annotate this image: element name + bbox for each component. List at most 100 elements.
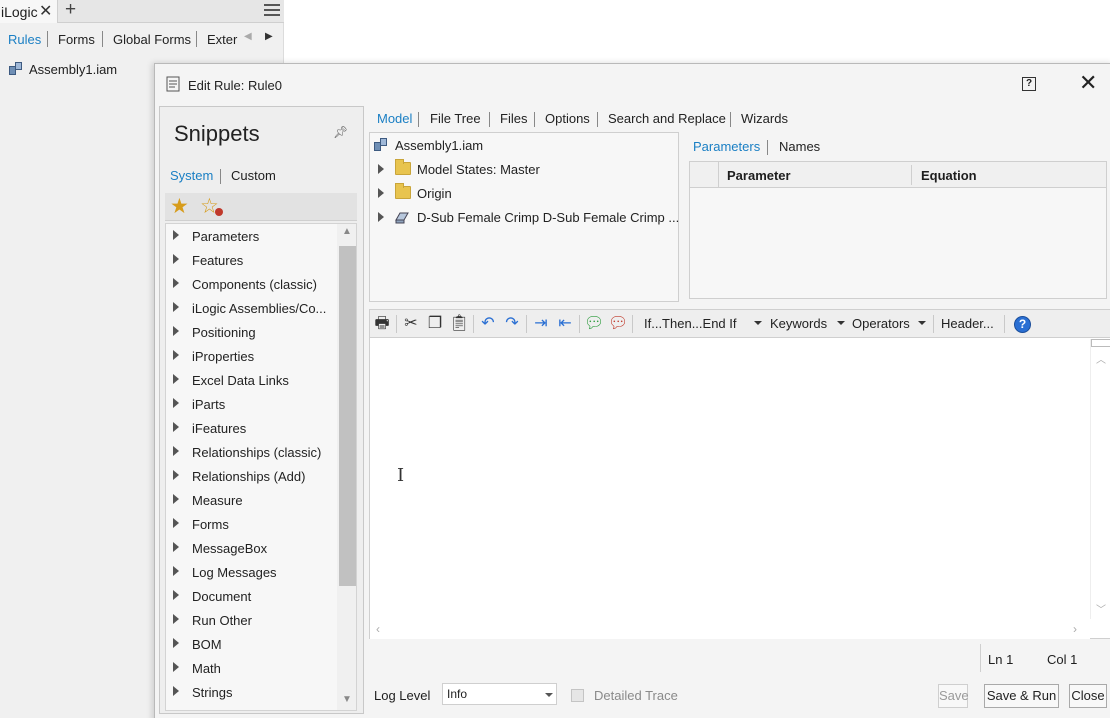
expand-arrow-icon[interactable] bbox=[173, 686, 179, 696]
snippet-category[interactable]: Measure bbox=[166, 488, 356, 512]
snippets-scrollbar[interactable]: ▲ ▼ bbox=[337, 224, 356, 710]
expand-arrow-icon[interactable] bbox=[173, 302, 179, 312]
expand-arrow-icon[interactable] bbox=[173, 350, 179, 360]
editor-horizontal-scrollbar[interactable]: ‹ › bbox=[370, 619, 1090, 639]
chevron-down-icon[interactable] bbox=[837, 321, 845, 325]
snippet-category[interactable]: Math bbox=[166, 656, 356, 680]
snippet-category[interactable]: Components (classic) bbox=[166, 272, 356, 296]
help-icon[interactable]: ? bbox=[1022, 77, 1036, 91]
expand-arrow-icon[interactable] bbox=[173, 278, 179, 288]
nav-external[interactable]: Exter bbox=[207, 32, 237, 47]
editor-vertical-scrollbar[interactable]: ︿ ﹀ bbox=[1090, 339, 1110, 619]
expand-arrow-icon[interactable] bbox=[173, 542, 179, 552]
tab-files[interactable]: Files bbox=[500, 111, 527, 126]
expand-arrow-icon[interactable] bbox=[173, 374, 179, 384]
redo-icon[interactable]: ↷ bbox=[502, 314, 522, 334]
keywords-dropdown[interactable]: Keywords bbox=[770, 316, 827, 331]
nav-rules[interactable]: Rules bbox=[8, 32, 41, 47]
snippet-category[interactable]: Relationships (Add) bbox=[166, 464, 356, 488]
comment-remove-icon[interactable]: 💬︎ bbox=[608, 314, 628, 334]
tab-custom[interactable]: Custom bbox=[231, 168, 276, 183]
cut-icon[interactable]: ✂ bbox=[401, 314, 421, 334]
tab-file-tree[interactable]: File Tree bbox=[430, 111, 481, 126]
snippet-category[interactable]: Positioning bbox=[166, 320, 356, 344]
expand-arrow-icon[interactable] bbox=[173, 326, 179, 336]
header-button[interactable]: Header... bbox=[941, 316, 994, 331]
chevron-down-icon[interactable] bbox=[545, 693, 553, 697]
snippet-category[interactable]: Forms bbox=[166, 512, 356, 536]
if-then-button[interactable]: If...Then...End If bbox=[644, 316, 737, 331]
scroll-thumb[interactable] bbox=[339, 246, 356, 586]
menu-icon[interactable] bbox=[264, 4, 280, 18]
close-tab-icon[interactable]: ✕ bbox=[39, 1, 52, 21]
print-icon[interactable]: 🖶︎ bbox=[372, 314, 392, 334]
chevron-up-icon[interactable]: ︿ bbox=[1096, 351, 1106, 366]
close-button[interactable]: Close bbox=[1069, 684, 1107, 708]
snippet-category[interactable]: Parameters bbox=[166, 224, 356, 248]
column-header-equation[interactable]: Equation bbox=[921, 168, 977, 183]
expand-arrow-icon[interactable] bbox=[173, 422, 179, 432]
snippet-category[interactable]: Strings bbox=[166, 680, 356, 704]
pin-icon[interactable]: 📌︎ bbox=[333, 125, 348, 139]
operators-dropdown[interactable]: Operators bbox=[852, 316, 910, 331]
add-tab-icon[interactable]: + bbox=[65, 0, 76, 21]
tree-item-model-states[interactable]: Model States: Master bbox=[370, 159, 678, 179]
outdent-icon[interactable]: ⇤ bbox=[555, 314, 575, 334]
indent-icon[interactable]: ⇥ bbox=[531, 314, 551, 334]
paste-icon[interactable]: 📋︎ bbox=[449, 314, 469, 334]
scroll-thumb[interactable] bbox=[1091, 339, 1110, 347]
snippet-category[interactable]: Relationships (classic) bbox=[166, 440, 356, 464]
tab-parameters[interactable]: Parameters bbox=[693, 139, 760, 154]
tree-item-dsub[interactable]: D-Sub Female Crimp D-Sub Female Crimp ..… bbox=[370, 207, 679, 227]
help-icon[interactable]: ? bbox=[1014, 316, 1031, 333]
expand-arrow-icon[interactable] bbox=[173, 470, 179, 480]
snippet-category[interactable]: Excel Data Links bbox=[166, 368, 356, 392]
expand-arrow-icon[interactable] bbox=[173, 590, 179, 600]
detailed-trace-checkbox[interactable] bbox=[571, 689, 584, 702]
expand-arrow-icon[interactable] bbox=[173, 446, 179, 456]
expand-arrow-icon[interactable] bbox=[173, 230, 179, 240]
nav-forms[interactable]: Forms bbox=[58, 32, 95, 47]
tab-model[interactable]: Model bbox=[377, 111, 412, 126]
expand-arrow-icon[interactable] bbox=[173, 662, 179, 672]
nav-global-forms[interactable]: Global Forms bbox=[113, 32, 191, 47]
tree-item-origin[interactable]: Origin bbox=[370, 183, 678, 203]
tab-search-replace[interactable]: Search and Replace bbox=[608, 111, 726, 126]
expand-arrow-icon[interactable] bbox=[173, 494, 179, 504]
snippet-category[interactable]: Features bbox=[166, 248, 356, 272]
chevron-left-icon[interactable]: ‹ bbox=[376, 622, 380, 636]
close-icon[interactable]: ✕ bbox=[1079, 72, 1097, 94]
tab-wizards[interactable]: Wizards bbox=[741, 111, 788, 126]
expand-arrow-icon[interactable] bbox=[378, 164, 384, 174]
tab-names[interactable]: Names bbox=[779, 139, 820, 154]
snippet-category[interactable]: iFeatures bbox=[166, 416, 356, 440]
snippet-category[interactable]: Document bbox=[166, 584, 356, 608]
chevron-down-icon[interactable]: ▼ bbox=[342, 694, 352, 705]
expand-arrow-icon[interactable] bbox=[173, 638, 179, 648]
chevron-down-icon[interactable]: ﹀ bbox=[1096, 601, 1106, 616]
ilogic-tab[interactable]: iLogic ✕ bbox=[0, 0, 58, 23]
expand-arrow-icon[interactable] bbox=[173, 398, 179, 408]
code-text-area[interactable] bbox=[370, 339, 1090, 619]
chevron-up-icon[interactable]: ▲ bbox=[342, 226, 352, 237]
snippet-category[interactable]: MessageBox bbox=[166, 536, 356, 560]
column-header-parameter[interactable]: Parameter bbox=[727, 168, 791, 183]
snippet-category[interactable]: Run Other bbox=[166, 608, 356, 632]
tree-root[interactable]: Assembly1.iam bbox=[370, 135, 678, 155]
snippet-category[interactable]: iLogic Assemblies/Co... bbox=[166, 296, 356, 320]
expand-arrow-icon[interactable] bbox=[173, 518, 179, 528]
log-level-select[interactable]: Info bbox=[442, 683, 557, 705]
snippet-category[interactable]: Log Messages bbox=[166, 560, 356, 584]
copy-icon[interactable]: ❐ bbox=[425, 314, 445, 334]
comment-add-icon[interactable]: 💬︎ bbox=[584, 314, 604, 334]
tab-system[interactable]: System bbox=[170, 168, 213, 183]
scroll-left-icon[interactable]: ◀ bbox=[244, 31, 252, 42]
chevron-down-icon[interactable] bbox=[754, 321, 762, 325]
expand-arrow-icon[interactable] bbox=[173, 566, 179, 576]
save-button[interactable]: Save bbox=[938, 684, 969, 708]
chevron-down-icon[interactable] bbox=[918, 321, 926, 325]
expand-arrow-icon[interactable] bbox=[378, 212, 384, 222]
expand-arrow-icon[interactable] bbox=[173, 614, 179, 624]
tab-options[interactable]: Options bbox=[545, 111, 590, 126]
expand-arrow-icon[interactable] bbox=[173, 254, 179, 264]
